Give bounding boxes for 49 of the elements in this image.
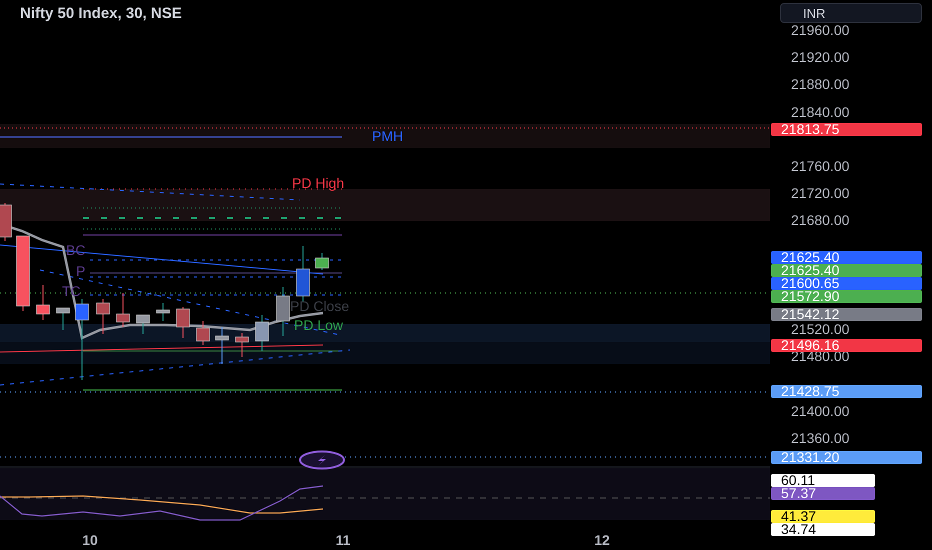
level-label: P: [76, 264, 86, 278]
price-badge: 21542.12: [771, 308, 922, 321]
currency-button[interactable]: INR: [780, 3, 922, 23]
price-tick: 21840.00: [791, 104, 850, 119]
price-badge: 21496.16: [771, 338, 922, 352]
candlestick: [116, 292, 130, 328]
oscillator-badge: 60.11: [771, 474, 875, 486]
candlestick: [235, 332, 249, 358]
price-tick: 21520.00: [791, 322, 850, 336]
candlestick: [96, 298, 110, 334]
time-label: 11: [336, 531, 350, 550]
level-label: PD High: [292, 176, 344, 190]
price-tick: 21720.00: [791, 186, 850, 200]
price-tick: 21880.00: [791, 77, 850, 92]
price-badge: 21331.20: [771, 451, 922, 464]
oscillator-badge: 34.74: [771, 523, 875, 536]
price-tick: 21680.00: [791, 213, 850, 228]
price-tick: 21920.00: [791, 50, 850, 64]
price-tick: 21760.00: [791, 159, 850, 173]
time-label: 12: [594, 531, 610, 550]
price-badge: 21572.90: [771, 290, 922, 304]
candlestick: [56, 308, 70, 330]
oscillator-badge: 57.37: [771, 486, 875, 500]
candlestick: [136, 314, 150, 334]
candlestick: [36, 284, 50, 320]
candlestick: [156, 302, 170, 322]
level-label: PD Close: [290, 299, 350, 313]
oscillator-badge: 41.37: [771, 510, 875, 524]
candlestick: [196, 320, 210, 346]
candlestick: [176, 306, 190, 338]
level-label: PMH: [372, 129, 404, 143]
candlestick: [255, 314, 269, 352]
level-label: PD Low: [294, 318, 344, 332]
candlestick: [315, 252, 329, 270]
candlestick: [215, 326, 229, 364]
price-badge: 21813.75: [771, 122, 922, 136]
price-tick: 21960.00: [791, 23, 850, 37]
candlestick: [276, 286, 290, 336]
price-badge: 21625.40: [771, 264, 922, 278]
chart-title: Nifty 50 Index, 30, NSE: [20, 4, 182, 24]
candlestick: [0, 202, 12, 242]
price-tick: 21360.00: [791, 431, 850, 445]
price-badge: 21600.65: [771, 277, 922, 290]
lightning-icon[interactable]: [298, 450, 346, 470]
price-badge: 21428.75: [771, 384, 922, 398]
time-label: 10: [82, 531, 98, 550]
price-badge: 21625.40: [771, 251, 922, 264]
candlestick: [296, 246, 310, 302]
price-tick: 21400.00: [791, 404, 850, 418]
